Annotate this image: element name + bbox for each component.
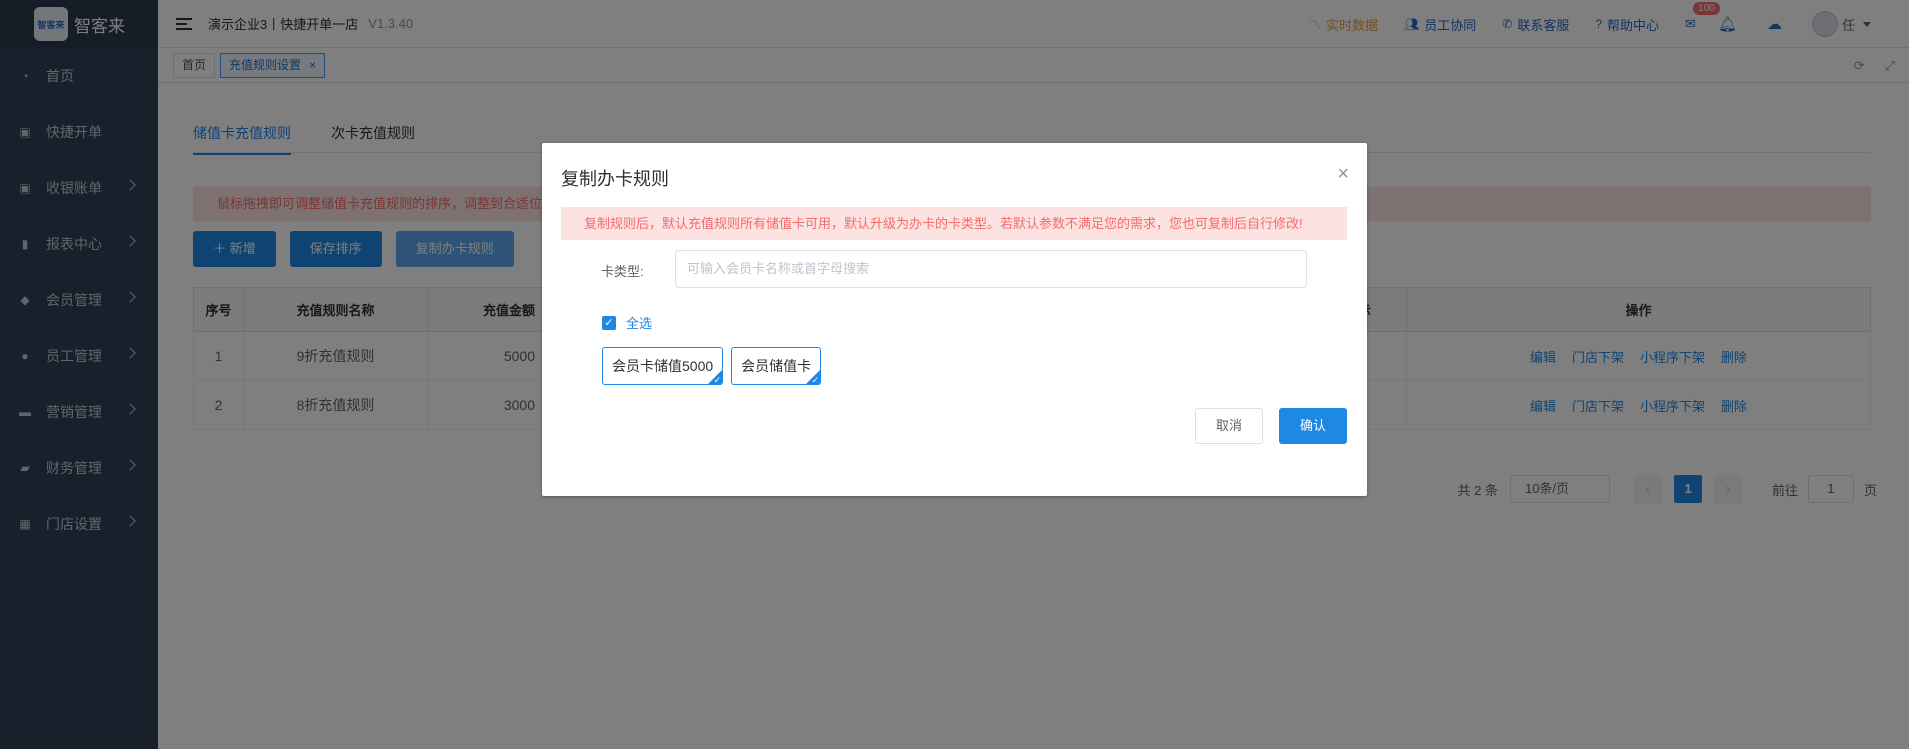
check-icon: ✓ [713,375,722,385]
card-option[interactable]: 会员卡储值5000 ✓ [602,347,724,385]
copy-rule-dialog: 复制办卡规则 × 复制规则后，默认充值规则所有储值卡可用，默认升级为办卡的卡类型… [542,143,1367,496]
close-icon[interactable]: × [1337,163,1349,186]
card-type-label: 卡类型: [601,264,644,279]
cancel-button[interactable]: 取消 [1194,408,1263,444]
check-icon: ✓ [811,375,820,385]
dialog-title: 复制办卡规则 [561,169,669,189]
card-option-label: 会员储值卡 [741,358,812,374]
checkbox-checked-icon: ✓ [602,315,616,330]
card-option[interactable]: 会员储值卡 ✓ [731,347,822,385]
select-all-checkbox[interactable]: ✓ 全选 [602,313,652,332]
dialog-footer: 取消 确认 [1194,408,1347,444]
card-options: 会员卡储值5000 ✓ 会员储值卡 ✓ [602,347,822,385]
card-option-label: 会员卡储值5000 [612,358,714,374]
confirm-button[interactable]: 确认 [1278,408,1347,444]
select-all-label: 全选 [626,316,653,331]
dialog-alert: 复制规则后，默认充值规则所有储值卡可用，默认升级为办卡的卡类型。若默认参数不满足… [561,207,1347,240]
card-search-input[interactable]: 可输入会员卡名称或首字母搜索 [675,250,1307,288]
